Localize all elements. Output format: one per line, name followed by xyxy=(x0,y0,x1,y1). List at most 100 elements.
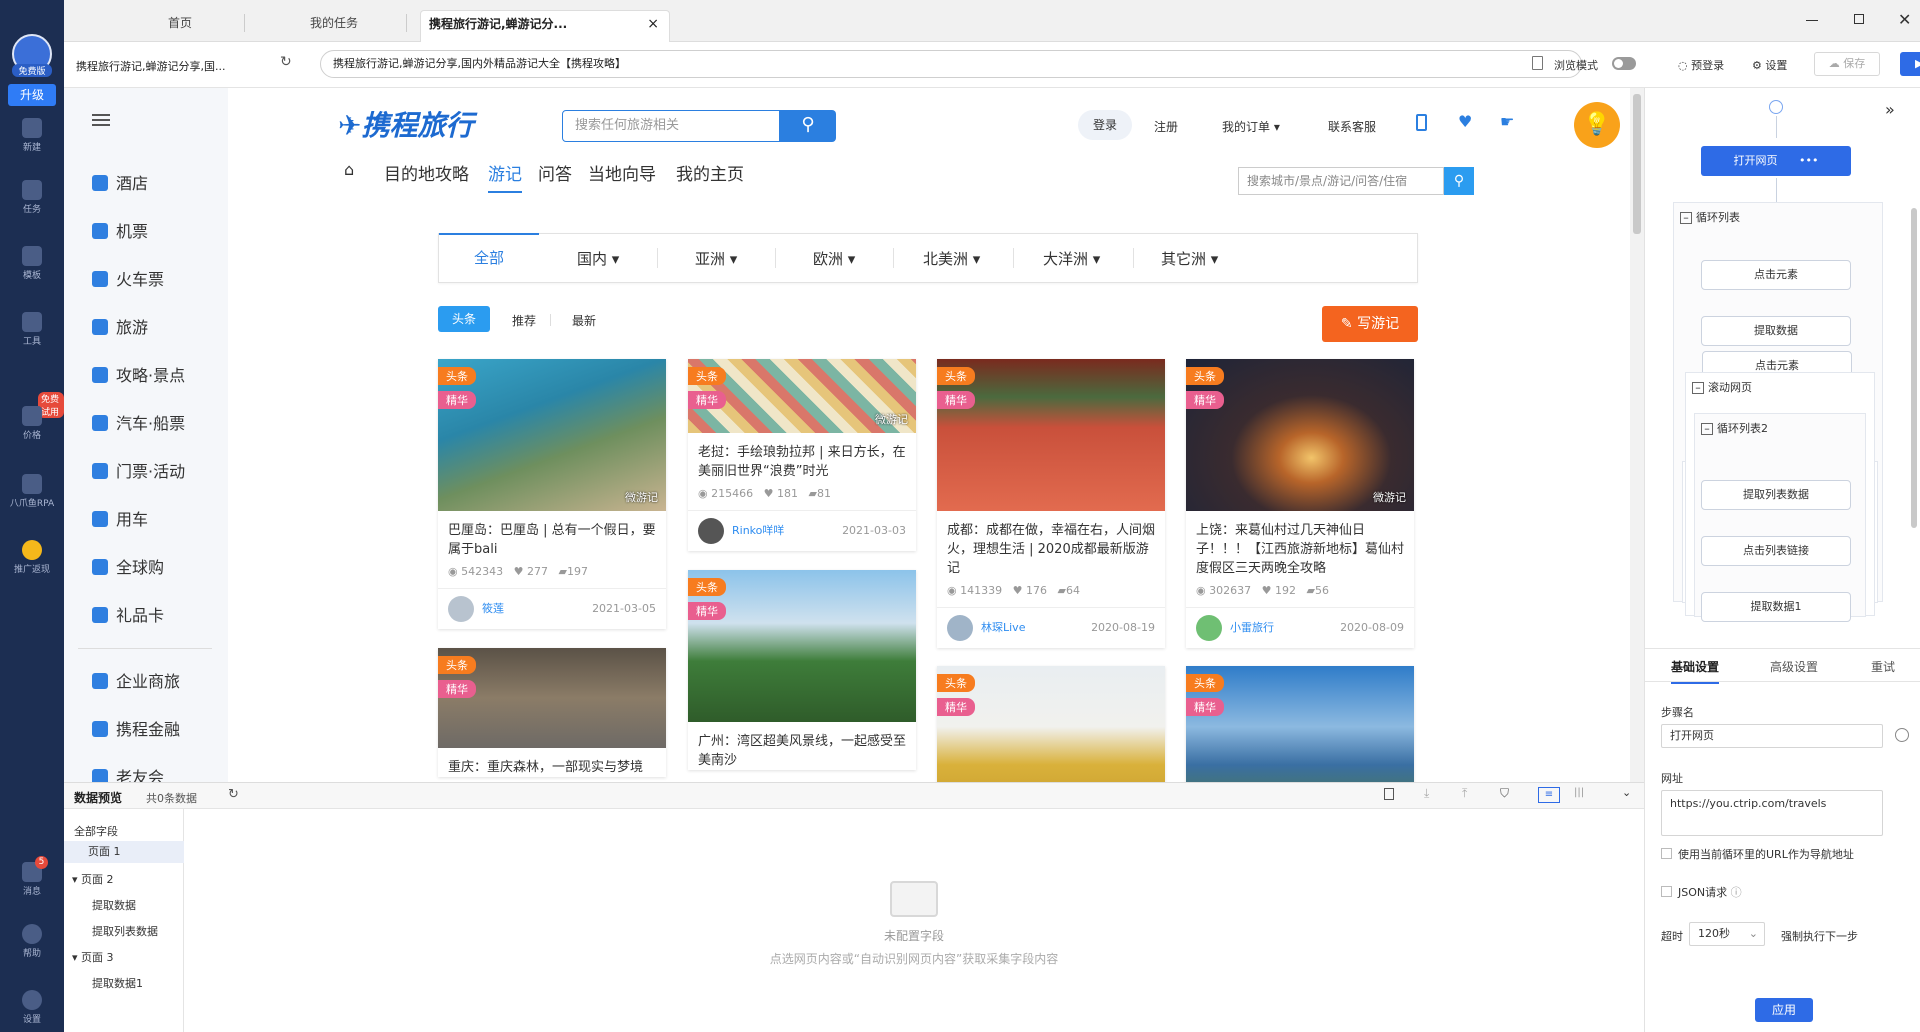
travelogue-card[interactable]: 头条 精华 微游记 上饶：来葛仙村过几天神仙日子！！！【江西旅游新地标】葛仙村度假区… xyxy=(1186,359,1414,648)
checkbox-icon[interactable] xyxy=(1661,886,1672,897)
step-click-element[interactable]: 点击元素 xyxy=(1701,260,1851,290)
nav-new[interactable]: 新建 xyxy=(0,118,64,153)
hamburger-icon[interactable] xyxy=(92,114,110,126)
nav-tools[interactable]: 工具 xyxy=(0,312,64,347)
subnav-my-home[interactable]: 我的主页 xyxy=(676,160,744,185)
collapse-minus-icon[interactable]: – xyxy=(1701,423,1713,435)
tree-extract-data[interactable]: 提取数据 xyxy=(92,897,136,913)
refresh-icon[interactable]: ↻ xyxy=(228,787,239,802)
workflow-scrollbar[interactable] xyxy=(1911,208,1917,528)
heart-icon[interactable]: ♥ xyxy=(1458,112,1472,131)
step-click-list-link[interactable]: 点击列表链接 xyxy=(1701,536,1851,566)
travelogue-card[interactable]: 头条 精华 重庆：重庆森林，一部现实与梦境 xyxy=(438,648,666,777)
tree-extract-data-1[interactable]: 提取数据1 xyxy=(92,975,143,991)
travelogue-card[interactable]: 头条 精华 xyxy=(937,666,1165,782)
save-button[interactable]: ☁ 保存 xyxy=(1814,52,1880,76)
question-icon[interactable]: ⓘ xyxy=(1731,886,1742,899)
step-extract-data[interactable]: 提取数据 xyxy=(1701,316,1851,346)
tree-page-3[interactable]: ▾ 页面 3 xyxy=(72,949,114,965)
timeout-select[interactable]: 120秒 ⌄ xyxy=(1689,922,1765,946)
step-extract-list[interactable]: 提取列表数据 xyxy=(1701,480,1851,510)
site-nav-giftcard[interactable]: 礼品卡 xyxy=(92,602,164,626)
step-name-input[interactable]: 打开网页 xyxy=(1661,724,1883,748)
region-europe[interactable]: 欧洲 ▾ xyxy=(813,248,855,269)
region-other[interactable]: 其它洲 ▾ xyxy=(1161,248,1218,269)
home-icon[interactable]: ⌂ xyxy=(344,146,354,194)
collect-button[interactable]: ▶ 采集 xyxy=(1900,52,1920,76)
site-nav-tour[interactable]: 旅游 xyxy=(92,314,148,338)
sort-latest[interactable]: 最新 xyxy=(572,312,596,329)
site-nav-car[interactable]: 用车 xyxy=(92,506,148,530)
tree-extract-list[interactable]: 提取列表数据 xyxy=(92,923,158,939)
browse-mode-toggle[interactable] xyxy=(1612,57,1636,70)
region-oceania[interactable]: 大洋洲 ▾ xyxy=(1043,248,1100,269)
scroll-header[interactable]: –滚动网页 xyxy=(1692,379,1752,395)
sort-top[interactable]: 头条 xyxy=(438,306,490,332)
panel-collapse-icon[interactable]: » xyxy=(1885,100,1895,119)
upgrade-button[interactable]: 升级 xyxy=(8,84,56,106)
collapse-minus-icon[interactable]: – xyxy=(1680,212,1692,224)
region-all[interactable]: 全部 xyxy=(439,233,539,283)
apply-button[interactable]: 应用 xyxy=(1755,998,1813,1022)
site-nav-flight[interactable]: 机票 xyxy=(92,218,148,242)
nav-settings[interactable]: 设置 xyxy=(0,990,64,1025)
travelogue-card[interactable]: 头条 精华 微游记 老挝：手绘琅勃拉邦 | 来日方长，在美丽旧世界“浪费”时光 ◉ … xyxy=(688,359,916,551)
url-field[interactable]: https://you.ctrip.com/travels xyxy=(1661,790,1883,836)
filter-icon[interactable]: ⛉ xyxy=(1500,786,1509,801)
site-nav-guide[interactable]: 攻略·景点 xyxy=(92,362,185,386)
travelogue-card[interactable]: 头条 精华 广州：湾区超美风景线，一起感受至美南沙 xyxy=(688,570,916,770)
list-view-icon[interactable]: ≡ xyxy=(1538,787,1560,803)
region-china[interactable]: 国内 ▾ xyxy=(577,248,619,269)
tab-advanced-settings[interactable]: 高级设置 xyxy=(1770,658,1818,675)
loop2-header[interactable]: – 循环列表2 xyxy=(1701,420,1768,436)
download-icon[interactable]: ⤓ xyxy=(1424,786,1429,801)
phone-icon[interactable] xyxy=(1416,114,1427,131)
tab-current-page[interactable]: 携程旅行游记,蝉游记分... × xyxy=(420,10,670,42)
tab-retry[interactable]: 重试 xyxy=(1871,658,1895,675)
tab-my-tasks[interactable]: 我的任务 xyxy=(264,10,404,42)
step-name-edit-icon[interactable] xyxy=(1895,728,1909,742)
lightbulb-icon[interactable]: 💡 xyxy=(1574,102,1620,148)
service-link[interactable]: 联系客服 xyxy=(1328,118,1376,135)
site-logo[interactable]: ✈携程旅行 xyxy=(338,104,473,144)
checkbox-icon[interactable] xyxy=(1661,848,1672,859)
upload-icon[interactable]: ⤒ xyxy=(1462,786,1467,801)
orders-menu[interactable]: 我的订单 ▾ xyxy=(1222,118,1280,135)
subnav-travels[interactable]: 游记 xyxy=(488,160,522,193)
subnav-qa[interactable]: 问答 xyxy=(538,160,572,185)
window-close-icon[interactable]: ✕ xyxy=(1898,10,1911,29)
minimize-icon[interactable] xyxy=(1806,20,1818,21)
subnav-destination[interactable]: 目的地攻略 xyxy=(384,160,469,185)
refresh-icon[interactable]: ↻ xyxy=(280,54,292,70)
tree-page-1[interactable]: 页面 1 xyxy=(64,841,184,863)
nav-rpa[interactable]: 八爪鱼RPA xyxy=(0,474,64,509)
loop-header[interactable]: – 循环列表 xyxy=(1680,209,1740,225)
register-link[interactable]: 注册 xyxy=(1154,118,1178,135)
region-north-america[interactable]: 北美洲 ▾ xyxy=(923,248,980,269)
subnav-search-input[interactable]: 搜索城市/景点/游记/问答/住宿 xyxy=(1238,167,1444,195)
nav-templates[interactable]: 模板 xyxy=(0,246,64,281)
subnav-search-button[interactable]: ⚲ xyxy=(1444,167,1474,195)
close-icon[interactable]: × xyxy=(647,11,659,37)
hand-icon[interactable]: ☛ xyxy=(1500,112,1514,131)
collapse-icon[interactable]: ⌄ xyxy=(1622,786,1631,799)
nav-price[interactable]: 价格 xyxy=(0,406,64,441)
login-link[interactable]: 登录 xyxy=(1078,110,1132,140)
tree-page-2[interactable]: ▾ 页面 2 xyxy=(72,871,114,887)
region-asia[interactable]: 亚洲 ▾ xyxy=(695,248,737,269)
tab-home[interactable]: 首页 xyxy=(120,10,240,42)
nav-referral[interactable]: 推广返现 xyxy=(0,540,64,575)
site-nav-finance[interactable]: 携程金融 xyxy=(92,716,180,740)
sort-recommended[interactable]: 推荐 xyxy=(512,312,536,329)
restore-icon[interactable] xyxy=(1854,14,1864,24)
export-icon[interactable] xyxy=(1384,788,1394,800)
browser-scrollbar-thumb[interactable] xyxy=(1633,94,1641,234)
collapse-minus-icon[interactable]: – xyxy=(1692,382,1704,394)
page-source-icon[interactable] xyxy=(1532,56,1543,70)
tree-all-fields[interactable]: 全部字段 xyxy=(74,823,118,839)
travelogue-card[interactable]: 头条 精华 成都：成都在做，幸福在右，人间烟火，理想生活 | 2020成都最新版游… xyxy=(937,359,1165,648)
prelogin-button[interactable]: ◌ 预登录 xyxy=(1678,57,1724,73)
more-icon[interactable]: ••• xyxy=(1799,154,1818,167)
site-nav-business[interactable]: 企业商旅 xyxy=(92,668,180,692)
site-nav-tickets[interactable]: 门票·活动 xyxy=(92,458,185,482)
